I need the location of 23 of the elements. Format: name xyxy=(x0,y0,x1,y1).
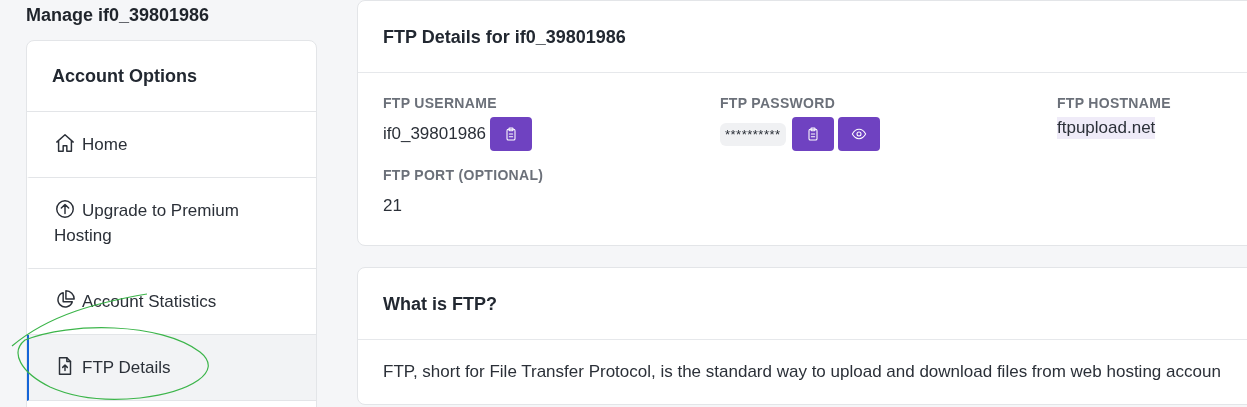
password-field[interactable]: ********** xyxy=(720,122,786,146)
copy-button[interactable] xyxy=(490,117,533,151)
pie-chart-icon xyxy=(54,289,76,311)
page-title: Manage if0_39801986 xyxy=(26,5,211,27)
sidebar-item[interactable]: FTP Details xyxy=(27,335,316,401)
paragraph: FTP, short for File Transfer Protocol, is the standard way to upload and download files from web hosting accoun xyxy=(382,361,1222,383)
card-title: What is FTP? xyxy=(358,268,1247,340)
field-value: ftpupload.net xyxy=(1057,117,1156,139)
card-title: FTP Details for if0_39801986 xyxy=(358,1,1247,73)
sidebar-item[interactable]: Home xyxy=(27,112,316,178)
field-label: FTP PORT (OPTIONAL) xyxy=(383,167,545,183)
sidebar-item[interactable]: Upgrade to Premium Hosting xyxy=(27,178,316,269)
field-label: FTP USERNAME xyxy=(383,95,498,111)
field-value: 21 xyxy=(383,196,402,216)
field-label: FTP PASSWORD xyxy=(720,95,837,111)
sidebar-title: Account Options xyxy=(27,41,316,112)
home-icon xyxy=(54,132,76,154)
copy-button[interactable] xyxy=(791,117,834,151)
field-label: FTP HOSTNAME xyxy=(1057,95,1172,111)
eye-icon xyxy=(850,126,867,142)
arrow-up-circle-icon xyxy=(54,198,76,220)
field-value: if0_39801986 xyxy=(383,124,487,144)
show-password-button[interactable] xyxy=(837,117,880,151)
